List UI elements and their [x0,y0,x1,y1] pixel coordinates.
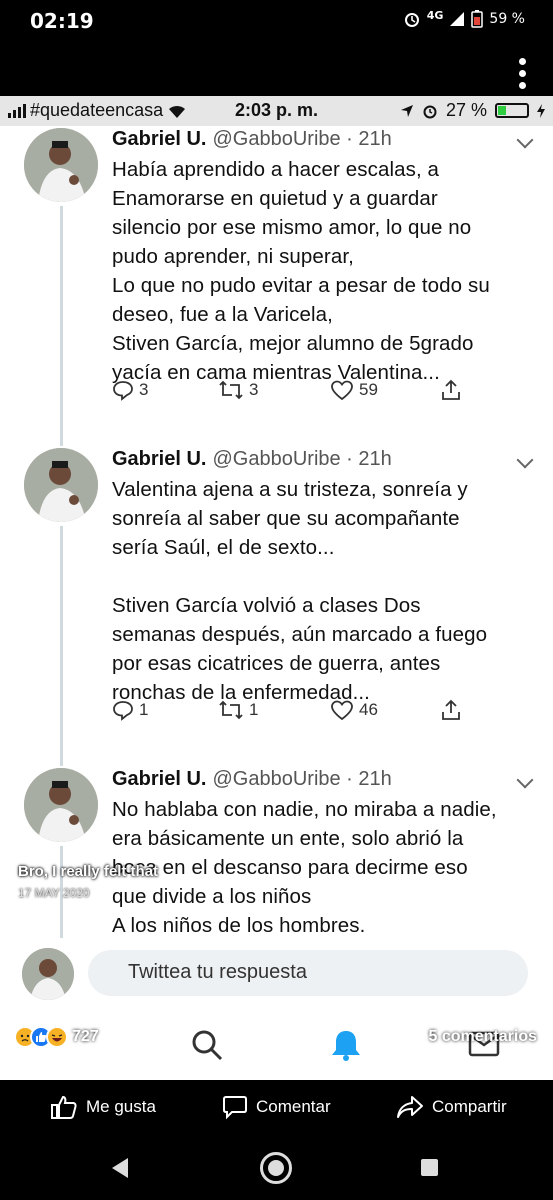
handle-time: @GabboUribe · 21h [212,448,392,470]
comment-post-button[interactable]: Comentar [222,1094,331,1120]
post-action-bar: Me gusta Comentar Compartir [0,1080,553,1134]
navigation-bar [0,1134,553,1200]
reply-count: 3 [139,380,149,399]
signal-icon [450,12,465,26]
phone-clock: 02:19 [30,9,94,33]
share-button[interactable] [440,379,462,401]
thumbs-up-icon [51,1095,77,1119]
story-date: 17 MAY 2020 [18,886,90,900]
reactions-summary[interactable]: 727 [14,1026,99,1048]
battery-percent: 59 % [489,11,525,27]
battery-icon [471,10,484,28]
reply-input[interactable]: Twittea tu respuesta [88,950,528,996]
comment-post-label: Comentar [256,1097,331,1116]
heart-icon [331,380,353,401]
handle-time: @GabboUribe · 21h [212,128,392,150]
like-post-label: Me gusta [86,1097,156,1116]
thread-line [60,206,63,446]
phone-status-bar: 02:19 4G 59 % [0,0,553,46]
comment-icon [223,1096,247,1120]
reply-avatar [22,948,74,1000]
reactions-count: 727 [72,1028,99,1045]
tweet-text: Había aprendido a hacer escalas, a Enamo… [112,158,490,384]
chevron-down-icon[interactable] [516,451,534,469]
reply-button[interactable]: 3 [112,379,148,401]
notifications-icon[interactable] [330,1028,362,1062]
location-icon [400,104,413,117]
reply-count: 1 [139,700,149,719]
inner-battery-percent: 27 % [445,100,487,120]
tweet-text: Valentina ajena a su tristeza, sonreía y… [112,478,488,704]
network-type: 4G [426,8,444,22]
like-button[interactable]: 46 [330,699,378,721]
charging-icon [537,103,545,118]
like-post-button[interactable]: Me gusta [50,1094,156,1120]
tweet-header: Gabriel U. @GabboUribe · 21h [112,128,392,151]
more-options-icon[interactable] [519,58,529,89]
heart-icon [331,700,353,721]
comments-count[interactable]: 5 comentarios [429,1028,537,1046]
reply-icon [113,701,133,721]
share-icon [442,699,460,720]
retweet-icon [219,700,243,720]
reply-bar: Twittea tu respuesta [0,938,553,1080]
share-post-label: Compartir [432,1097,507,1116]
wifi-icon [169,105,186,118]
tweet-text: No hablaba con nadie, no miraba a nadie,… [112,798,497,937]
avatar[interactable] [24,128,98,202]
carrier-name: #quedateencasa [30,100,164,120]
like-count: 59 [359,380,378,399]
display-name[interactable]: Gabriel U. [112,768,206,790]
retweet-button[interactable]: 1 [218,700,258,720]
reply-icon [113,381,133,401]
recent-apps-icon[interactable] [421,1159,438,1176]
retweet-button[interactable]: 3 [218,380,258,400]
avatar[interactable] [24,768,98,842]
reply-button[interactable]: 1 [112,699,148,721]
tweet-header: Gabriel U. @GabboUribe · 21h [112,448,392,471]
display-name[interactable]: Gabriel U. [112,128,206,150]
haha-reaction-icon [46,1026,68,1048]
story-caption: Bro, I really felt that [18,863,159,880]
chevron-down-icon[interactable] [516,771,534,789]
search-icon[interactable] [190,1028,224,1062]
display-name[interactable]: Gabriel U. [112,448,206,470]
phone-status-icons: 4G 59 % [403,8,525,28]
tweet-screenshot: #quedateencasa 2:03 p. m. 27 % Gabriel U… [0,96,553,1080]
share-post-button[interactable]: Compartir [396,1094,507,1120]
alarm-icon [404,13,419,27]
inner-clock: 2:03 p. m. [235,100,319,120]
share-button[interactable] [440,699,462,721]
alarm-clock-icon [423,105,437,118]
share-icon [442,379,460,400]
back-icon[interactable] [112,1158,128,1178]
like-button[interactable]: 59 [330,379,378,401]
tweet-header: Gabriel U. @GabboUribe · 21h [112,768,392,791]
retweet-icon [219,380,243,400]
avatar[interactable] [24,448,98,522]
retweet-count: 1 [249,700,259,719]
inner-status-bar: #quedateencasa 2:03 p. m. 27 % [0,96,553,126]
chevron-down-icon[interactable] [516,131,534,149]
inner-battery-icon [495,103,529,118]
inner-carrier: #quedateencasa [8,100,187,121]
home-icon[interactable] [260,1152,292,1184]
handle-time: @GabboUribe · 21h [212,768,392,790]
thread-line [60,526,63,766]
inner-status-icons: 27 % [400,100,545,121]
retweet-count: 3 [249,380,259,399]
signal-bars-icon [8,103,26,118]
share-arrow-icon [397,1096,423,1118]
like-count: 46 [359,700,378,719]
